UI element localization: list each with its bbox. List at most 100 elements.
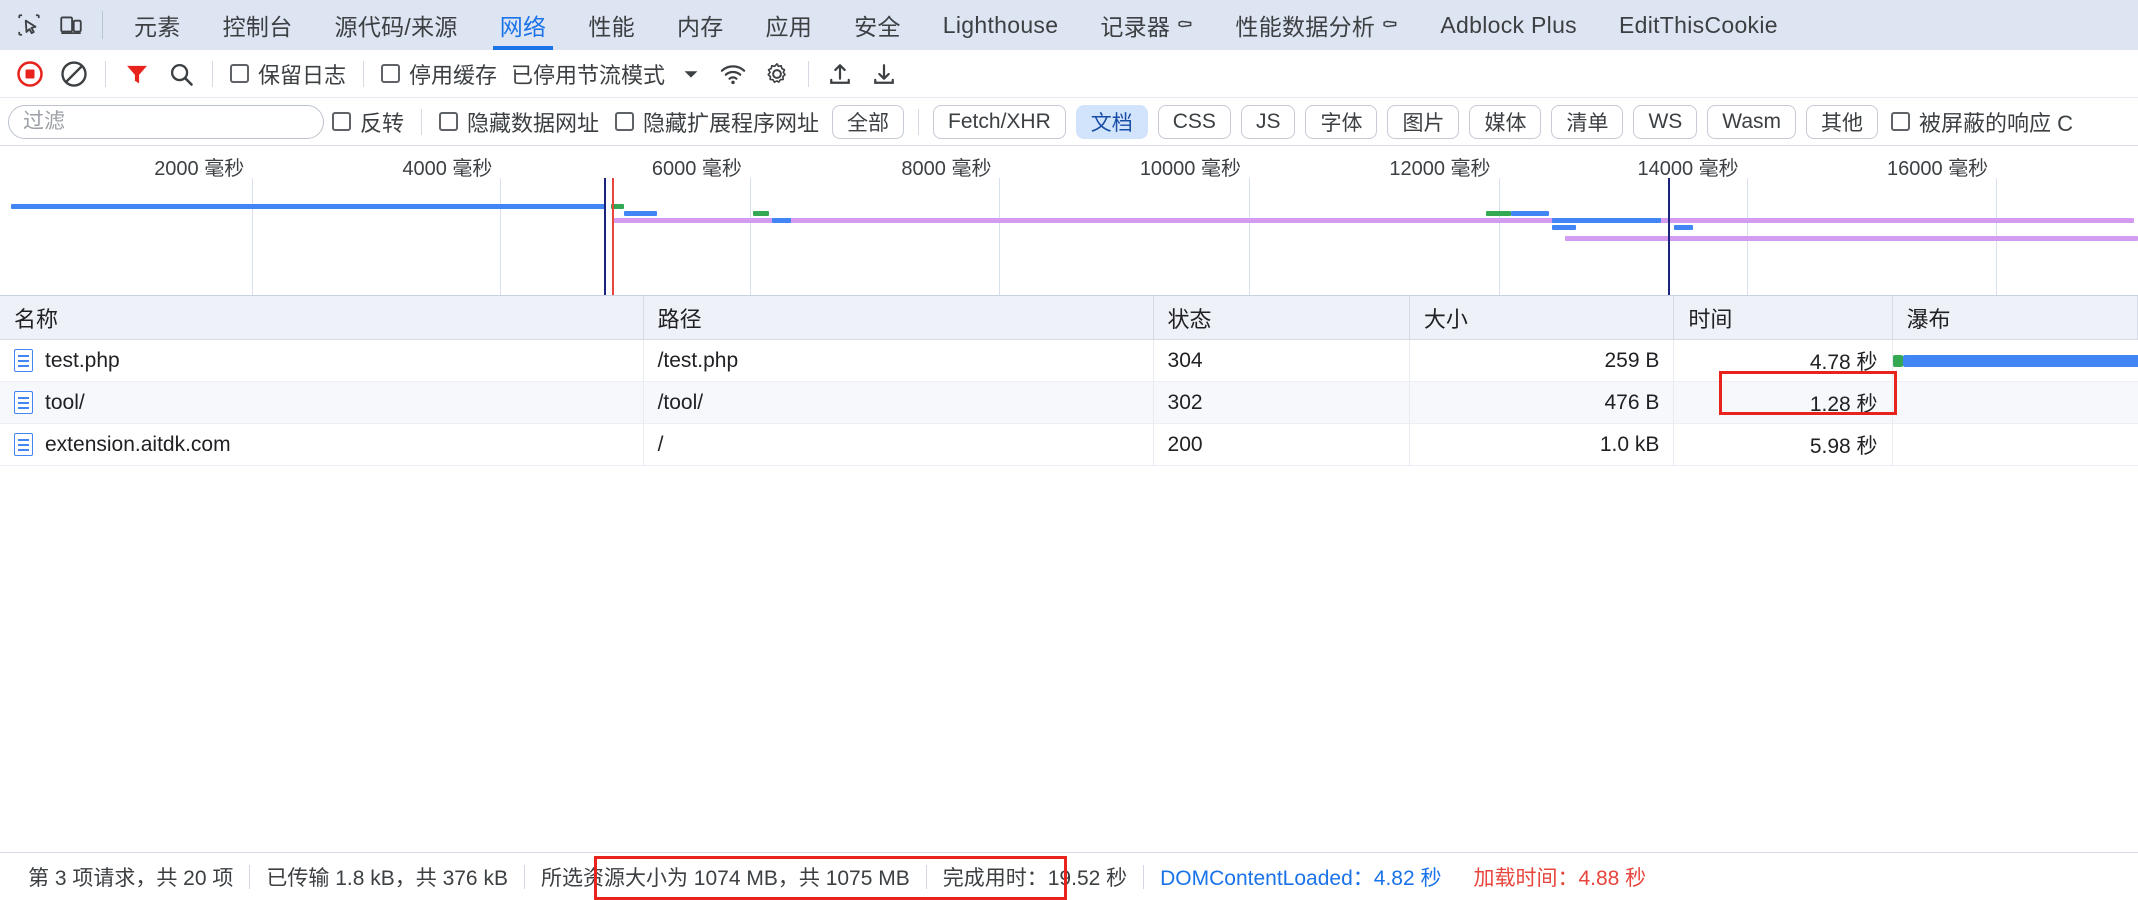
disable-cache-label: 停用缓存: [409, 62, 498, 88]
tab-label: 元素: [134, 14, 181, 40]
preserve-log-checkbox[interactable]: 保留日志: [222, 52, 354, 96]
transferred-size: 已传输 1.8 kB，共 376 kB: [266, 866, 508, 890]
timeline-tick-labels: 2000 毫秒 4000 毫秒 6000 毫秒 8000 毫秒 10000 毫秒 1200…: [0, 146, 2138, 180]
network-overview-timeline[interactable]: 2000 毫秒 4000 毫秒 6000 毫秒 8000 毫秒 10000 毫秒 1200…: [0, 146, 2138, 296]
filter-chip-2[interactable]: 文档: [1075, 104, 1148, 139]
invert-label: 反转: [360, 110, 405, 136]
column-header-2[interactable]: 状态: [1154, 296, 1410, 340]
filter-icon[interactable]: [115, 52, 159, 96]
network-filter-bar: 反转 隐藏数据网址 隐藏扩展程序网址 全部 Fetch/XHR 文档 CSS JS 字体图…: [0, 98, 2138, 146]
overview-band-9: [1551, 225, 1577, 230]
preserve-log-label: 保留日志: [258, 62, 347, 88]
tab-5[interactable]: 内存: [656, 0, 745, 50]
clear-icon[interactable]: [52, 52, 96, 96]
tab-11[interactable]: Adblock Plus: [1419, 0, 1598, 50]
table-row[interactable]: test.php/test.php 304 259 B 4.78 秒: [0, 339, 2138, 382]
filter-chip-5[interactable]: 字体: [1305, 104, 1378, 139]
filter-input[interactable]: [8, 104, 324, 139]
cell-waterfall: [1893, 382, 2138, 424]
search-icon[interactable]: [159, 52, 203, 96]
filter-chip-1[interactable]: Fetch/XHR: [933, 104, 1066, 139]
inspect-icon[interactable]: [8, 4, 50, 46]
hide-data-urls-box[interactable]: [439, 112, 459, 131]
download-icon[interactable]: [862, 52, 906, 96]
cell-waterfall: [1892, 340, 2138, 382]
filter-chip-8[interactable]: 清单: [1551, 104, 1624, 139]
cell-name[interactable]: extension.aitdk.com: [0, 423, 644, 466]
hide-extension-urls-label: 隐藏扩展程序网址: [643, 110, 820, 136]
filter-chip-11[interactable]: 其他: [1806, 104, 1878, 139]
record-stop-icon[interactable]: [8, 52, 52, 96]
tab-7[interactable]: 安全: [833, 0, 922, 50]
tab-label: 内存: [676, 14, 724, 40]
timeline-gridline-5: [1498, 178, 1500, 295]
wifi-icon[interactable]: [711, 52, 755, 96]
cell-path: /: [644, 423, 1154, 466]
tab-12[interactable]: EditThisCookie: [1598, 0, 1799, 50]
hide-extension-urls-box[interactable]: [615, 112, 635, 131]
timeline-tick-1: 4000 毫秒: [402, 158, 493, 180]
tab-4[interactable]: 性能: [567, 0, 656, 50]
hide-extension-urls-checkbox[interactable]: 隐藏扩展程序网址: [607, 100, 827, 144]
blocked-responses-box[interactable]: [1891, 112, 1910, 131]
preserve-log-box[interactable]: [230, 64, 249, 83]
tab-label: 应用: [765, 14, 813, 40]
overview-band-7: [1510, 211, 1549, 216]
overview-band-4: [752, 211, 770, 216]
hide-data-urls-checkbox[interactable]: 隐藏数据网址: [431, 100, 607, 144]
invert-checkbox[interactable]: 反转: [324, 100, 412, 144]
disable-cache-checkbox[interactable]: 停用缓存: [373, 52, 505, 96]
upload-icon[interactable]: [818, 52, 862, 96]
column-header-5[interactable]: 瀑布: [1893, 296, 2138, 340]
resources-size: 所选资源大小为 1074 MB，共 1075 MB: [540, 866, 910, 890]
cell-path: /test.php: [644, 339, 1154, 382]
column-header-3[interactable]: 大小: [1410, 296, 1675, 340]
tab-label: EditThisCookie: [1618, 11, 1778, 38]
filter-chip-7[interactable]: 媒体: [1469, 104, 1542, 139]
overview-band-6: [1486, 211, 1511, 216]
cell-name[interactable]: tool/: [0, 381, 644, 424]
filter-chip-3[interactable]: CSS: [1157, 104, 1231, 139]
tab-label: 记录器: [1100, 14, 1171, 40]
waterfall-bar-1: [1903, 354, 2138, 367]
chevron-down-icon[interactable]: [671, 54, 711, 94]
filter-chip-0[interactable]: 全部: [832, 104, 905, 139]
device-toolbar-icon[interactable]: [50, 4, 92, 46]
tab-label: 源代码/来源: [334, 14, 458, 40]
devtools-window: 元素 控制台 源代码/来源 网络 性能 内存 应用 安全 Lighthouse 记录器 ⚰ 性能数据分…: [0, 0, 2138, 900]
overview-band-3: [613, 218, 2134, 223]
tab-9[interactable]: 记录器 ⚰: [1079, 0, 1214, 50]
tab-3[interactable]: 网络: [479, 0, 568, 50]
throttling-selector-label[interactable]: 已停用节流模式: [505, 58, 671, 90]
disable-cache-box[interactable]: [381, 64, 401, 83]
cell-status: 304: [1154, 339, 1410, 382]
table-body[interactable]: test.php/test.php 304 259 B 4.78 秒 tool/ /too…: [0, 339, 2138, 852]
overview-band-12: [1565, 236, 2138, 241]
invert-box[interactable]: [332, 112, 351, 131]
tab-2[interactable]: 源代码/来源: [314, 0, 479, 50]
cell-name[interactable]: test.php: [0, 339, 644, 382]
gear-icon[interactable]: [755, 52, 799, 96]
hide-data-urls-label: 隐藏数据网址: [467, 110, 600, 136]
tab-10[interactable]: 性能数据分析 ⚰: [1214, 0, 1419, 50]
toolbar-divider-1: [105, 60, 106, 87]
experiment-beaker-icon: ⚰: [1381, 13, 1399, 38]
blocked-responses-checkbox[interactable]: 被屏蔽的响应 C: [1883, 100, 2081, 144]
tab-1[interactable]: 控制台: [202, 0, 314, 50]
filter-chip-6[interactable]: 图片: [1387, 104, 1460, 139]
overview-marker-0: [604, 178, 607, 295]
column-header-0[interactable]: 名称: [0, 296, 644, 340]
tab-6[interactable]: 应用: [745, 0, 834, 50]
cell-size: 1.0 kB: [1410, 423, 1675, 466]
tab-0[interactable]: 元素: [113, 0, 202, 50]
resource-type-chips: 全部 Fetch/XHR 文档 CSS JS 字体 图片 媒体 清单 WS Wasm 其他: [827, 104, 1883, 139]
filter-chip-10[interactable]: Wasm: [1707, 104, 1796, 139]
column-header-4[interactable]: 时间: [1674, 296, 1893, 340]
tab-8[interactable]: Lighthouse: [922, 0, 1080, 50]
tab-label: 网络: [499, 14, 547, 40]
filter-chip-9[interactable]: WS: [1633, 104, 1698, 139]
filter-chip-4[interactable]: JS: [1240, 104, 1296, 139]
table-row[interactable]: extension.aitdk.com /200 1.0 kB 5.98 秒: [0, 423, 2138, 466]
column-header-1[interactable]: 路径: [644, 296, 1154, 340]
table-row[interactable]: tool/ /tool/302 476 B 1.28 秒: [0, 381, 2138, 424]
